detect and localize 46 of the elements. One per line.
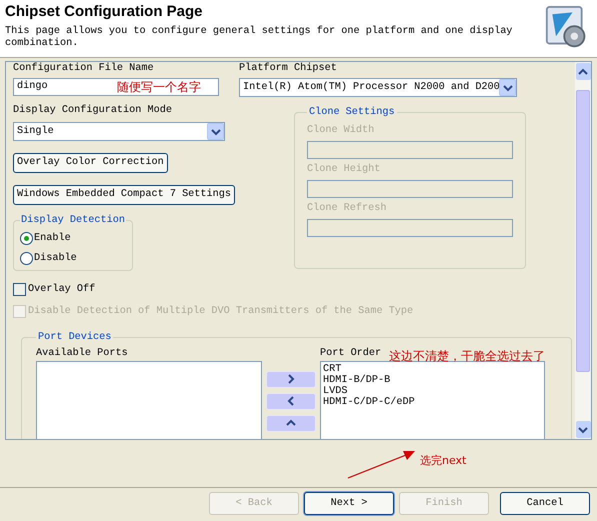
- annotation-text: 选完next: [420, 453, 466, 469]
- radio-button[interactable]: [20, 252, 33, 265]
- dropdown-value: Intel(R) Atom(TM) Processor N2000 and D200: [243, 80, 499, 95]
- move-button[interactable]: [266, 414, 316, 432]
- dropdown-button[interactable]: [499, 79, 516, 96]
- chipset-dropdown[interactable]: Intel(R) Atom(TM) Processor N2000 and D200: [239, 78, 517, 97]
- radio-option[interactable]: Disable: [20, 248, 126, 268]
- list-label: Port Order: [320, 348, 382, 360]
- scrollbar[interactable]: [575, 62, 591, 439]
- list-label: Available Ports: [36, 348, 129, 360]
- annotation-text: 随便写一个名字: [117, 79, 201, 96]
- action-button[interactable]: Overlay Color Correction: [13, 153, 168, 173]
- page-title: Chipset Configuration Page: [5, 3, 204, 21]
- dropdown-button[interactable]: [207, 123, 224, 140]
- mode-dropdown[interactable]: Single: [13, 122, 225, 141]
- group-title: Port Devices: [37, 330, 112, 345]
- page-description: This page allows you to configure general settings for one platform and one display combination.: [5, 26, 514, 50]
- dropdown-value: Single: [17, 124, 55, 139]
- field-label: Display Configuration Mode: [13, 105, 173, 117]
- arrow-annotation: [346, 449, 416, 480]
- list-item[interactable]: CRT: [323, 364, 542, 375]
- field-label: Clone Height: [307, 164, 382, 176]
- wizard-button[interactable]: Next >: [304, 492, 394, 515]
- action-button[interactable]: Windows Embedded Compact 7 Settings: [13, 185, 235, 205]
- checkbox-option[interactable]: Overlay Off: [13, 282, 575, 298]
- move-button[interactable]: [266, 370, 316, 388]
- scroll-thumb[interactable]: [576, 90, 590, 372]
- move-button[interactable]: [266, 392, 316, 410]
- field-label: Clone Refresh: [307, 203, 388, 216]
- group-title: Display Detection: [20, 214, 126, 228]
- list-item[interactable]: HDMI-B/DP-B: [323, 374, 542, 386]
- field-label: Clone Width: [307, 125, 376, 138]
- scroll-down-button[interactable]: [576, 421, 590, 438]
- wizard-button[interactable]: Cancel: [500, 492, 590, 515]
- group-title: Clone Settings: [308, 106, 396, 120]
- field-label: Configuration File Name: [13, 63, 155, 75]
- file-name-field[interactable]: dingo 随便写一个名字: [13, 78, 219, 96]
- radio-option[interactable]: Enable: [20, 228, 126, 248]
- list-item[interactable]: LVDS: [323, 386, 542, 397]
- checkbox[interactable]: [13, 283, 26, 296]
- radio-button[interactable]: [20, 232, 33, 245]
- field-label: Platform Chipset: [239, 63, 338, 75]
- list-item[interactable]: HDMI-C/DP-C/eDP: [323, 396, 542, 408]
- field-value: dingo: [17, 80, 49, 94]
- scroll-up-button[interactable]: [576, 63, 590, 80]
- port-order-list[interactable]: CRT HDMI-B/DP-B LVDS HDMI-C/DP-C/eDP: [320, 360, 545, 439]
